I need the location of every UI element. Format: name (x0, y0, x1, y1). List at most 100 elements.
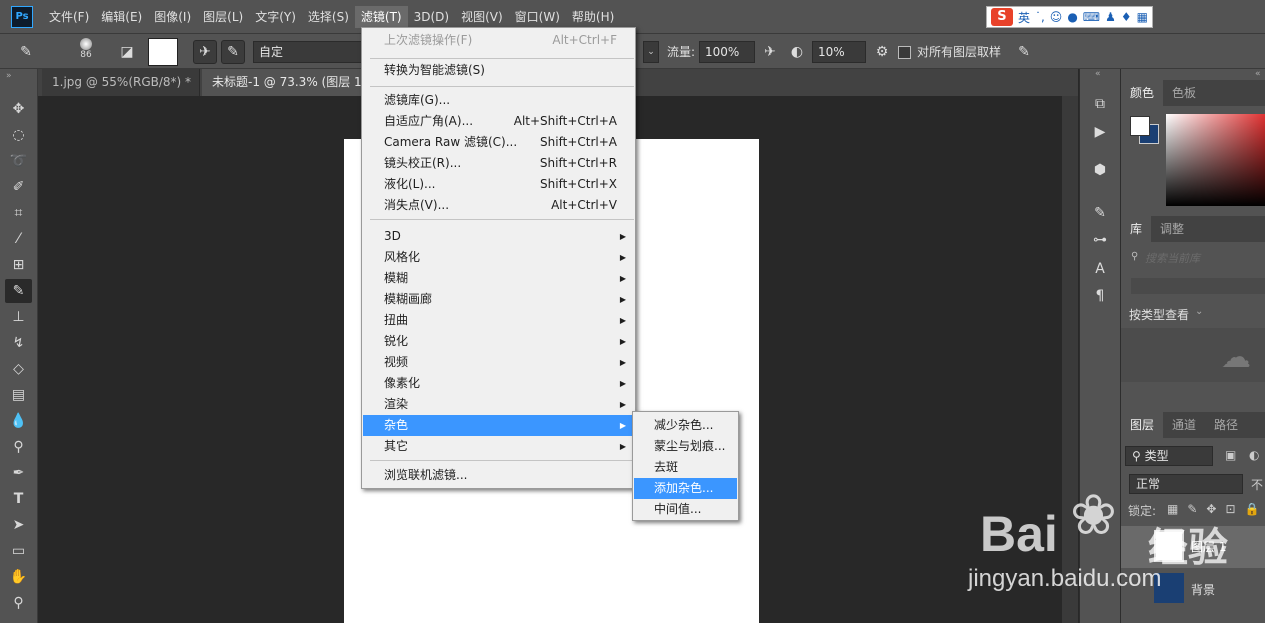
pressure-size-icon[interactable]: ✎ (1012, 40, 1036, 64)
menu-filter-gallery[interactable]: 滤镜库(G)... (363, 90, 634, 111)
opacity-dropdown-arrow[interactable]: ⌄ (643, 41, 659, 63)
tab-swatches[interactable]: 色板 (1163, 80, 1205, 106)
menu-distort[interactable]: 扭曲 ▶ (363, 310, 634, 331)
color-field[interactable] (1166, 114, 1265, 206)
patch-tool-icon[interactable]: ⊞ (5, 253, 32, 277)
library-select[interactable] (1131, 278, 1265, 294)
lock-icons[interactable]: ▦✎✥⊡🔒 (1167, 502, 1265, 516)
menu-render[interactable]: 渲染 ▶ (363, 394, 634, 415)
library-search-input[interactable]: 搜索当前库 (1145, 250, 1265, 268)
ime-toolbar[interactable]: S 英 ˙, ☺ ● ⌨ ♟ ♦ ▦ (985, 6, 1153, 28)
brush-size-picker[interactable]: 86 (76, 38, 96, 64)
layer-row[interactable]: 背景 (1121, 569, 1265, 609)
sample-all-layers-checkbox[interactable] (898, 46, 911, 59)
menu-liquify[interactable]: 液化(L)... Shift+Ctrl+X (363, 174, 634, 195)
flow-input[interactable]: 100% (699, 41, 755, 63)
layer-name[interactable]: 背景 (1191, 581, 1215, 598)
punctuation-icon[interactable]: ˙, (1035, 10, 1045, 24)
filter-adjust-icon[interactable]: ◐ (1249, 448, 1259, 462)
menu-lens-correction[interactable]: 镜头校正(R)... Shift+Ctrl+R (363, 153, 634, 174)
menu-edit[interactable]: 编辑(E) (95, 6, 148, 28)
brush-settings-icon[interactable]: ✎ (1089, 202, 1111, 224)
menu-browse-online-filters[interactable]: 浏览联机滤镜... (363, 465, 634, 486)
menu-last-filter[interactable]: 上次滤镜操作(F) Alt+Ctrl+F (363, 30, 634, 51)
dodge-tool-icon[interactable]: ⚲ (5, 435, 32, 459)
menu-reduce-noise[interactable]: 减少杂色... (634, 415, 737, 436)
foreground-color-swatch[interactable] (1130, 116, 1150, 136)
crop-tool-icon[interactable]: ⌗ (5, 201, 32, 225)
actions-play-icon[interactable]: ▶ (1089, 121, 1111, 143)
path-select-tool-icon[interactable]: ➤ (5, 513, 32, 537)
layer-row[interactable]: 图层 1 (1121, 526, 1265, 568)
gear-icon[interactable]: ⚙ (870, 40, 894, 64)
menu-select[interactable]: 选择(S) (302, 6, 355, 28)
eyedropper-tool-icon[interactable]: ⁄ (5, 227, 32, 251)
blur-tool-icon[interactable]: 💧 (5, 409, 32, 433)
brush-tool-preset-icon[interactable]: ✎ (14, 40, 38, 64)
menu-vanishing-point[interactable]: 消失点(V)... Alt+Ctrl+V (363, 195, 634, 216)
grid-menu-icon[interactable]: ▦ (1137, 10, 1148, 24)
menu-blur[interactable]: 模糊 ▶ (363, 268, 634, 289)
menu-image[interactable]: 图像(I) (148, 6, 197, 28)
menu-window[interactable]: 窗口(W) (509, 6, 566, 28)
quick-select-tool-icon[interactable]: ✐ (5, 175, 32, 199)
filter-image-icon[interactable]: ▣ (1225, 448, 1236, 462)
layer-filter-select[interactable]: ⚲ 类型 (1125, 446, 1213, 466)
menu-median[interactable]: 中间值... (634, 499, 737, 520)
tab-libraries[interactable]: 库 (1121, 216, 1152, 242)
history-brush-tool-icon[interactable]: ↯ (5, 331, 32, 355)
airbrush-icon[interactable]: ✈ (193, 40, 217, 64)
menu-help[interactable]: 帮助(H) (566, 6, 620, 28)
collapse-icon[interactable]: » (6, 71, 12, 81)
rectangle-tool-icon[interactable]: ▭ (5, 539, 32, 563)
user-icon[interactable]: ♟ (1105, 10, 1116, 24)
menu-stylize[interactable]: 风格化 ▶ (363, 247, 634, 268)
tab-1jpg[interactable]: 1.jpg @ 55%(RGB/8*) * (42, 69, 200, 96)
menu-noise[interactable]: 杂色 ▶ (363, 415, 634, 436)
chevron-down-icon[interactable]: ⌄ (1195, 306, 1203, 317)
brush-pressure-icon[interactable]: ✎ (221, 40, 245, 64)
menu-camera-raw[interactable]: Camera Raw 滤镜(C)... Shift+Ctrl+A (363, 132, 634, 153)
collapse-right-icon[interactable]: « (1255, 69, 1261, 79)
paragraph-icon[interactable]: ¶ (1089, 285, 1111, 307)
menu-filter[interactable]: 滤镜(T) (354, 5, 408, 28)
brush-panel-toggle-icon[interactable]: ◪ (115, 40, 139, 64)
pen-tool-icon[interactable]: ✒ (5, 461, 32, 485)
tab-channels[interactable]: 通道 (1163, 412, 1205, 438)
skin-icon[interactable]: ♦ (1121, 10, 1132, 24)
menu-despeckle[interactable]: 去斑 (634, 457, 737, 478)
mode-select[interactable]: 自定 (253, 41, 363, 63)
hand-tool-icon[interactable]: ✋ (5, 565, 32, 589)
menu-sharpen[interactable]: 锐化 ▶ (363, 331, 634, 352)
menu-file[interactable]: 文件(F) (43, 6, 95, 28)
character-icon[interactable]: A (1089, 258, 1111, 280)
menu-add-noise[interactable]: 添加杂色... (634, 478, 737, 499)
vertical-scrollbar[interactable] (1062, 96, 1078, 623)
tab-untitled[interactable]: 未标题-1 @ 73.3% (图层 1, (202, 69, 362, 96)
tab-layers[interactable]: 图层 (1121, 412, 1164, 438)
keyboard-icon[interactable]: ⌨ (1083, 10, 1100, 24)
collapse-panels-icon[interactable]: « (1095, 69, 1101, 79)
menu-convert-smart-filter[interactable]: 转换为智能滤镜(S) (363, 60, 634, 81)
menu-adaptive-wide-angle[interactable]: 自适应广角(A)... Alt+Shift+Ctrl+A (363, 111, 634, 132)
menu-3d[interactable]: 3D(D) (408, 6, 455, 28)
zoom-tool-icon[interactable]: ⚲ (5, 591, 32, 615)
brush-tool-icon[interactable]: ✎ (5, 279, 32, 303)
type-tool-icon[interactable]: T (5, 487, 32, 511)
stamp-tool-icon[interactable]: ⊥ (5, 305, 32, 329)
menu-layer[interactable]: 图层(L) (197, 6, 249, 28)
ime-mode[interactable]: 英 (1018, 9, 1030, 26)
tab-paths[interactable]: 路径 (1205, 412, 1247, 438)
library-view-select[interactable]: 按类型查看 (1129, 306, 1189, 323)
menu-blur-gallery[interactable]: 模糊画廊 ▶ (363, 289, 634, 310)
menu-video[interactable]: 视频 ▶ (363, 352, 634, 373)
move-tool-icon[interactable]: ✥ (5, 97, 32, 121)
menu-view[interactable]: 视图(V) (455, 6, 509, 28)
menu-type[interactable]: 文字(Y) (249, 6, 302, 28)
blend-mode-select[interactable]: 正常 (1129, 474, 1243, 494)
gradient-tool-icon[interactable]: ▤ (5, 383, 32, 407)
emoji-icon[interactable]: ☺ (1050, 10, 1063, 24)
lasso-tool-icon[interactable]: ➰ (5, 149, 32, 173)
tab-adjustments[interactable]: 调整 (1151, 216, 1193, 242)
eraser-tool-icon[interactable]: ◇ (5, 357, 32, 381)
